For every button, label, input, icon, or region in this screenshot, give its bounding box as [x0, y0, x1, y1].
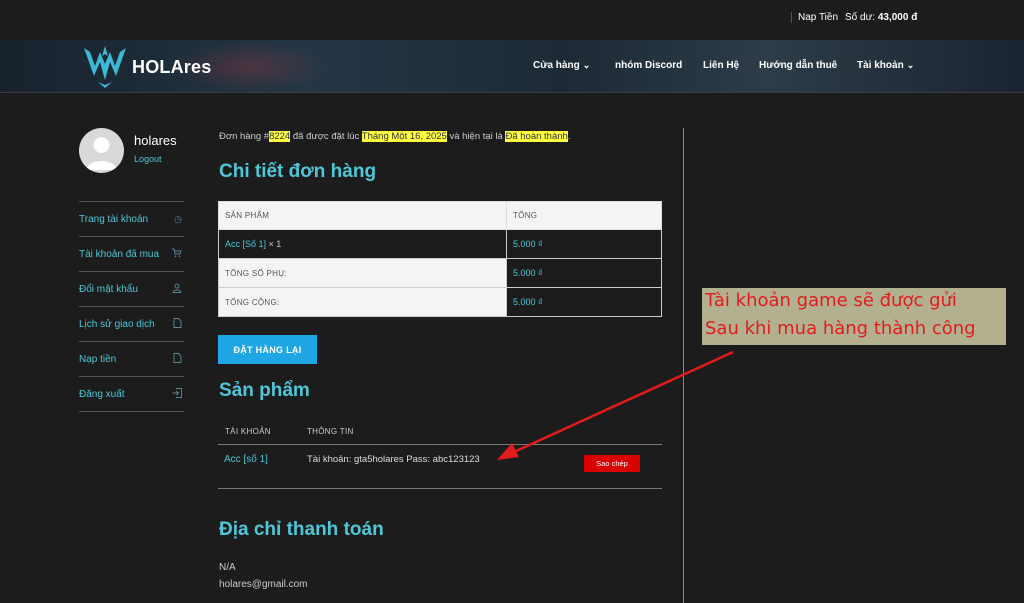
column-header: TÀI KHOẢN: [225, 427, 271, 436]
logo-text[interactable]: HOLAres: [132, 57, 211, 78]
divider: [218, 488, 662, 489]
table-row: Acc [Số 1] × 1 5.000 ₫: [218, 229, 662, 259]
product-total: 5.000 ₫: [506, 229, 662, 259]
logout-icon: [172, 388, 182, 400]
balance-label: Số dư:: [845, 12, 876, 23]
order-date: Tháng Một 16, 2025: [361, 131, 447, 142]
column-header: TỔNG: [506, 201, 662, 230]
logo-icon[interactable]: [80, 42, 130, 90]
menu-item-logout[interactable]: Đăng xuất: [79, 377, 184, 412]
order-summary-line: Đơn hàng #8224 đã được đặt lúc Tháng Một…: [219, 131, 570, 142]
order-text: .: [567, 131, 571, 142]
user-silhouette-icon: [86, 137, 117, 170]
nav-label: Cửa hàng: [533, 60, 580, 71]
account-link[interactable]: Acc [số 1]: [224, 454, 268, 465]
menu-label: Tài khoản đã mua: [79, 248, 160, 260]
menu-item-dashboard[interactable]: Trang tài khoản ◷: [79, 202, 184, 237]
top-bar: Nap Tiền Số dư: 43,000 đ: [0, 0, 1024, 40]
nav-cua-hang[interactable]: Cửa hàng ⌄: [533, 60, 590, 71]
cart-icon: [172, 248, 182, 260]
document-icon: [173, 353, 182, 365]
balance: Số dư: 43,000 đ: [845, 12, 917, 23]
annotation-box: Tài khoản game sẽ được gửi Sau khi mua h…: [702, 288, 1006, 345]
nav-discord[interactable]: nhóm Discord: [615, 60, 682, 71]
chevron-down-icon: ⌄: [582, 60, 591, 70]
product-cell: Acc [Số 1] × 1: [218, 229, 507, 259]
menu-item-topup[interactable]: Nạp tiền: [79, 342, 184, 377]
product-quantity: × 1: [266, 239, 282, 249]
menu-label: Đăng xuất: [79, 388, 125, 400]
site-header: HOLAres Cửa hàng ⌄ nhóm Discord Liên Hệ H…: [0, 40, 1024, 93]
nav-lien-he[interactable]: Liên Hệ: [703, 60, 739, 71]
menu-label: Đổi mật khẩu: [79, 283, 138, 295]
subtotal-label: TỔNG SỐ PHỤ:: [218, 258, 507, 288]
balance-value: 43,000 đ: [877, 12, 918, 23]
order-prefix: Đơn hàng #: [219, 131, 270, 142]
menu-label: Lịch sử giao dịch: [79, 318, 155, 330]
order-details-title: Chi tiết đơn hàng: [219, 161, 377, 182]
order-text: đã được đặt lúc: [290, 131, 362, 142]
billing-email: holares@gmail.com: [219, 579, 308, 590]
total-value: 5.000 ₫: [506, 287, 662, 317]
nav-huong-dan[interactable]: Hướng dẫn thuê: [759, 60, 837, 71]
order-status: Đã hoàn thành: [505, 131, 568, 142]
logout-link[interactable]: Logout: [134, 154, 162, 164]
chevron-down-icon: ⌄: [906, 60, 915, 70]
total-label: TỔNG CỘNG:: [218, 287, 507, 317]
menu-item-transactions[interactable]: Lịch sử giao dịch: [79, 307, 184, 342]
menu-label: Trang tài khoản: [79, 213, 149, 225]
order-details-table: SẢN PHẨM TỔNG Acc [Số 1] × 1 5.000 ₫ TỔN…: [218, 201, 662, 317]
copy-button[interactable]: Sao chép: [584, 455, 640, 472]
column-header: THÔNG TIN: [307, 427, 354, 436]
product-link[interactable]: Acc [Số 1]: [225, 239, 266, 249]
billing-title: Địa chỉ thanh toán: [219, 519, 384, 540]
order-text: và hiện tại là: [446, 131, 506, 142]
annotation-line: Tài khoản game sẽ được gửi: [705, 290, 957, 311]
account-credentials: Tài khoản: gta5holares Pass: abc123123: [307, 454, 480, 465]
table-row: TỔNG CỘNG: 5.000 ₫: [218, 287, 662, 317]
avatar: [79, 128, 124, 173]
menu-item-change-password[interactable]: Đổi mật khẩu: [79, 272, 184, 307]
reorder-button[interactable]: ĐẶT HÀNG LẠI: [218, 335, 317, 364]
table-row: TỔNG SỐ PHỤ: 5.000 ₫: [218, 258, 662, 288]
nav-tai-khoan[interactable]: Tài khoản ⌄: [857, 60, 914, 71]
username: holares: [134, 133, 177, 148]
column-divider: [683, 128, 684, 603]
dashboard-icon: ◷: [174, 213, 182, 224]
divider: [218, 444, 662, 445]
menu-item-purchased[interactable]: Tài khoản đã mua: [79, 237, 184, 272]
subtotal-value: 5.000 ₫: [506, 258, 662, 288]
menu-label: Nạp tiền: [79, 353, 117, 365]
account-menu: Trang tài khoản ◷ Tài khoản đã mua Đổi mậ…: [79, 201, 184, 412]
column-header: SẢN PHẨM: [218, 201, 507, 230]
user-icon: [172, 283, 182, 295]
nap-tien-link[interactable]: Nap Tiền: [791, 12, 838, 23]
annotation-line: Sau khi mua hàng thành công: [705, 318, 976, 339]
order-number: 8224: [269, 131, 291, 142]
products-title: Sản phẩm: [219, 380, 310, 401]
nav-label: Tài khoản: [857, 60, 904, 71]
table-header-row: SẢN PHẨM TỔNG: [218, 201, 662, 230]
document-icon: [173, 318, 182, 330]
billing-name: N/A: [219, 562, 236, 573]
